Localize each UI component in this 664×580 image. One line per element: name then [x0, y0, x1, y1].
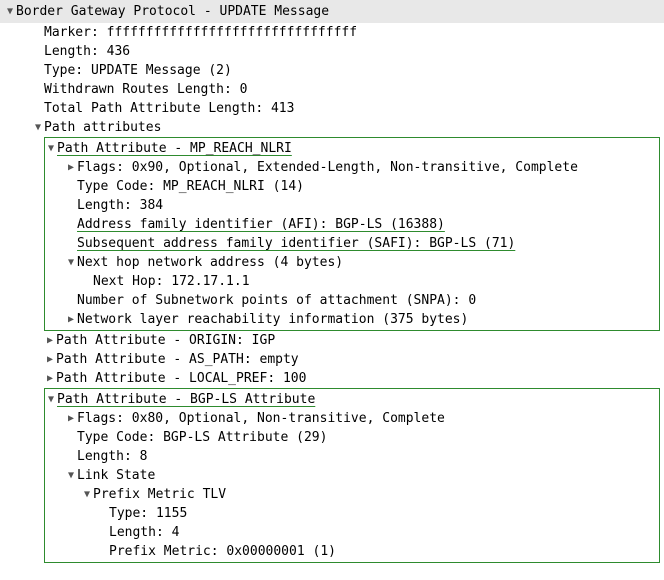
highlight-box-bgp-ls-attribute: Path Attribute - BGP-LS Attribute Flags:… — [44, 388, 660, 563]
next-hop-node[interactable]: Next hop network address (4 bytes) — [45, 253, 659, 272]
chevron-right-icon[interactable] — [65, 158, 77, 177]
snpa-field[interactable]: Number of Subnetwork points of attachmen… — [45, 291, 659, 310]
path-attr-local-pref[interactable]: Path Attribute - LOCAL_PREF: 100 — [0, 369, 664, 388]
tlv-metric-field[interactable]: Prefix Metric: 0x00000001 (1) — [45, 542, 659, 561]
chevron-right-icon[interactable] — [44, 331, 56, 350]
highlight-box-mp-reach-nlri: Path Attribute - MP_REACH_NLRI Flags: 0x… — [44, 137, 660, 331]
protocol-header[interactable]: Border Gateway Protocol - UPDATE Message — [0, 0, 664, 23]
text: Path Attribute - ORIGIN: IGP — [56, 331, 275, 350]
text: Length: 4 — [109, 523, 179, 542]
text: Type Code: MP_REACH_NLRI (14) — [77, 177, 304, 196]
text: Flags: 0x90, Optional, Extended-Length, … — [77, 158, 578, 177]
field-withdrawn-routes-length[interactable]: Withdrawn Routes Length: 0 — [0, 80, 664, 99]
text: Type: 1155 — [109, 504, 187, 523]
flags-node[interactable]: Flags: 0x90, Optional, Extended-Length, … — [45, 158, 659, 177]
length-field[interactable]: Length: 8 — [45, 447, 659, 466]
chevron-right-icon[interactable] — [65, 409, 77, 428]
text: Link State — [77, 466, 155, 485]
chevron-down-icon[interactable] — [32, 118, 44, 137]
path-attr-as-path[interactable]: Path Attribute - AS_PATH: empty — [0, 350, 664, 369]
text: Next Hop: 172.17.1.1 — [93, 272, 250, 291]
field-length[interactable]: Length: 436 — [0, 42, 664, 61]
field-type[interactable]: Type: UPDATE Message (2) — [0, 61, 664, 80]
text: Flags: 0x80, Optional, Non-transitive, C… — [77, 409, 445, 428]
text: Subsequent address family identifier (SA… — [77, 234, 515, 253]
next-hop-field[interactable]: Next Hop: 172.17.1.1 — [45, 272, 659, 291]
text: Withdrawn Routes Length: 0 — [44, 80, 248, 99]
afi-field[interactable]: Address family identifier (AFI): BGP-LS … — [45, 215, 659, 234]
chevron-right-icon[interactable] — [65, 310, 77, 329]
chevron-right-icon[interactable] — [44, 369, 56, 388]
text: Total Path Attribute Length: 413 — [44, 99, 294, 118]
text: Address family identifier (AFI): BGP-LS … — [77, 215, 445, 234]
path-attr-bgp-ls[interactable]: Path Attribute - BGP-LS Attribute — [45, 390, 659, 409]
type-code-field[interactable]: Type Code: MP_REACH_NLRI (14) — [45, 177, 659, 196]
text: Type Code: BGP-LS Attribute (29) — [77, 428, 327, 447]
text: Prefix Metric TLV — [93, 485, 226, 504]
text: Path Attribute - LOCAL_PREF: 100 — [56, 369, 306, 388]
path-attr-origin[interactable]: Path Attribute - ORIGIN: IGP — [0, 331, 664, 350]
text: Length: 8 — [77, 447, 147, 466]
text: Length: 384 — [77, 196, 163, 215]
chevron-down-icon[interactable] — [4, 2, 16, 21]
tlv-length-field[interactable]: Length: 4 — [45, 523, 659, 542]
path-attributes-label: Path attributes — [44, 118, 161, 137]
field-marker[interactable]: Marker: ffffffffffffffffffffffffffffffff — [0, 23, 664, 42]
text: Number of Subnetwork points of attachmen… — [77, 291, 476, 310]
prefix-metric-tlv-node[interactable]: Prefix Metric TLV — [45, 485, 659, 504]
text: Marker: ffffffffffffffffffffffffffffffff — [44, 23, 357, 42]
text: Type: UPDATE Message (2) — [44, 61, 232, 80]
chevron-right-icon[interactable] — [44, 350, 56, 369]
length-field[interactable]: Length: 384 — [45, 196, 659, 215]
chevron-down-icon[interactable] — [81, 485, 93, 504]
flags-node[interactable]: Flags: 0x80, Optional, Non-transitive, C… — [45, 409, 659, 428]
tlv-type-field[interactable]: Type: 1155 — [45, 504, 659, 523]
link-state-node[interactable]: Link State — [45, 466, 659, 485]
path-attr-title: Path Attribute - BGP-LS Attribute — [57, 390, 315, 409]
text: Next hop network address (4 bytes) — [77, 253, 343, 272]
chevron-down-icon[interactable] — [65, 466, 77, 485]
nlri-node[interactable]: Network layer reachability information (… — [45, 310, 659, 329]
chevron-down-icon[interactable] — [65, 253, 77, 272]
path-attributes-node[interactable]: Path attributes — [0, 118, 664, 137]
text: Network layer reachability information (… — [77, 310, 468, 329]
chevron-down-icon[interactable] — [45, 390, 57, 409]
chevron-down-icon[interactable] — [45, 139, 57, 158]
path-attr-title: Path Attribute - MP_REACH_NLRI — [57, 139, 292, 158]
text: Path Attribute - AS_PATH: empty — [56, 350, 299, 369]
path-attr-mp-reach-nlri[interactable]: Path Attribute - MP_REACH_NLRI — [45, 139, 659, 158]
protocol-title: Border Gateway Protocol - UPDATE Message — [16, 2, 329, 21]
type-code-field[interactable]: Type Code: BGP-LS Attribute (29) — [45, 428, 659, 447]
field-total-path-attr-length[interactable]: Total Path Attribute Length: 413 — [0, 99, 664, 118]
text: Prefix Metric: 0x00000001 (1) — [109, 542, 336, 561]
text: Length: 436 — [44, 42, 130, 61]
safi-field[interactable]: Subsequent address family identifier (SA… — [45, 234, 659, 253]
